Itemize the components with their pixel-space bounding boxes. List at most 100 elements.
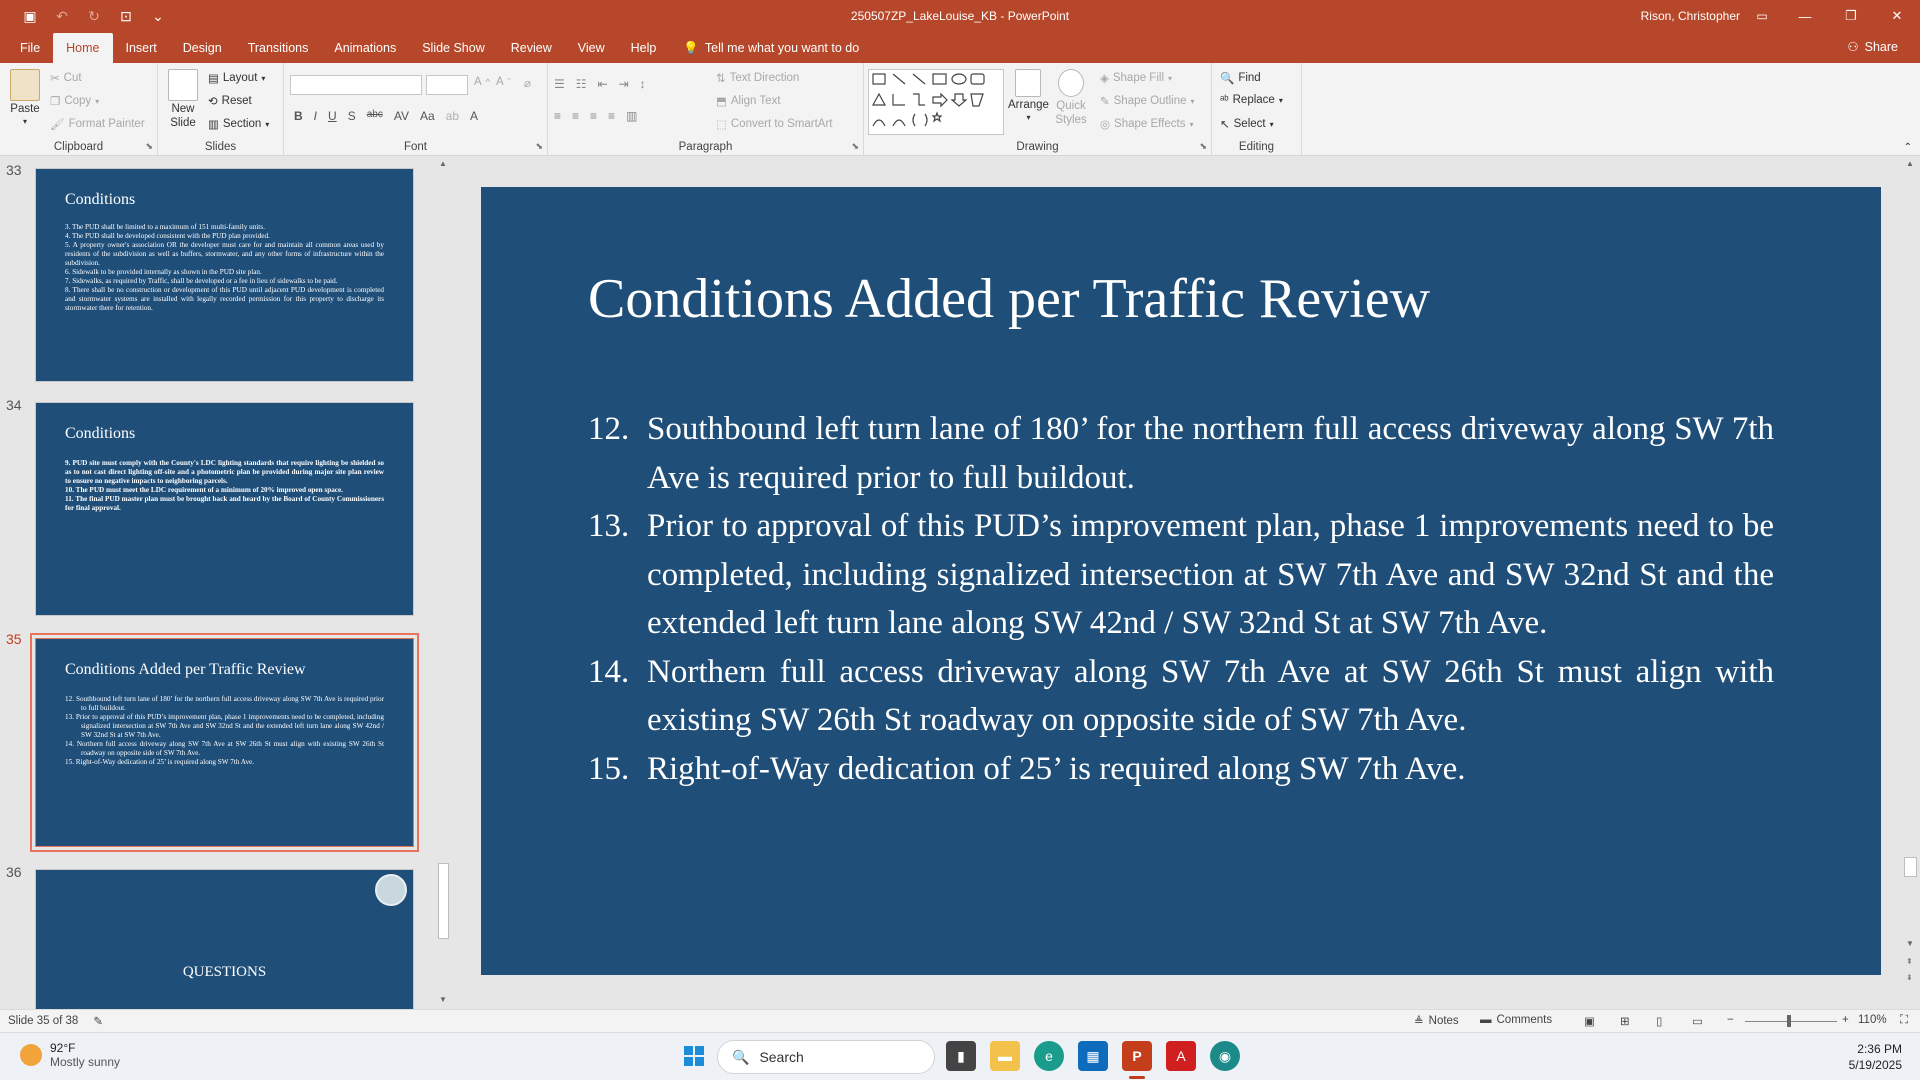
arrange-button[interactable]: Arrange ▾ xyxy=(1008,69,1049,122)
reading-view-icon[interactable]: ▯ xyxy=(1656,1014,1662,1028)
taskbar-search[interactable]: 🔍 Search xyxy=(717,1040,935,1074)
columns-icon[interactable]: ▥ xyxy=(626,109,637,123)
decrease-indent-icon[interactable]: ⇤ xyxy=(598,77,608,91)
font-size-dropdown[interactable] xyxy=(426,75,468,95)
restore-button[interactable]: ❐ xyxy=(1828,0,1874,32)
bullets-icon[interactable]: ☰ xyxy=(554,77,565,91)
zoom-out-icon[interactable]: − xyxy=(1727,1014,1734,1026)
convert-smartart-button[interactable]: ⬚ Convert to SmartArt xyxy=(716,117,833,131)
shape-fill-button[interactable]: ◈ Shape Fill ▾ xyxy=(1100,71,1172,85)
underline-button[interactable]: U xyxy=(328,109,337,123)
comments-button[interactable]: ▬ Comments xyxy=(1480,1014,1552,1026)
slide-thumbnail-36[interactable]: QUESTIONS xyxy=(35,869,414,1009)
replace-button[interactable]: ᵃᵇ Replace ▾ xyxy=(1220,94,1283,106)
zoom-slider-thumb[interactable] xyxy=(1787,1015,1791,1027)
layout-button[interactable]: ▤ Layout ▾ xyxy=(208,71,265,85)
align-right-icon[interactable]: ≡ xyxy=(590,109,597,123)
tab-file[interactable]: File xyxy=(0,33,53,63)
align-left-icon[interactable]: ≡ xyxy=(554,109,561,123)
weather-widget[interactable]: 92°F Mostly sunny xyxy=(20,1041,120,1069)
dialog-launcher-icon[interactable]: ⬊ xyxy=(145,141,153,152)
justify-icon[interactable]: ≡ xyxy=(608,109,615,123)
strikethrough-button[interactable]: abc xyxy=(367,109,383,123)
store-icon[interactable]: ▦ xyxy=(1078,1041,1108,1071)
zoom-slider[interactable] xyxy=(1745,1021,1837,1022)
change-case-icon[interactable]: Aa xyxy=(420,109,435,123)
dialog-launcher-icon[interactable]: ⬊ xyxy=(851,141,859,152)
task-view-icon[interactable]: ▮ xyxy=(946,1041,976,1071)
close-button[interactable]: ✕ xyxy=(1874,0,1920,32)
font-color-icon[interactable]: A xyxy=(470,109,478,123)
align-text-button[interactable]: ⬒ Align Text xyxy=(716,94,781,108)
increase-indent-icon[interactable]: ⇥ xyxy=(619,77,629,91)
increase-font-size-icon[interactable]: A ^ xyxy=(474,76,490,88)
highlight-icon[interactable]: ab xyxy=(446,109,459,123)
reset-button[interactable]: ⟲ Reset xyxy=(208,94,252,108)
cut-button[interactable]: ✂ Cut xyxy=(50,71,82,85)
share-button[interactable]: ⚇ Share xyxy=(1847,32,1898,62)
new-slide-button[interactable]: New Slide xyxy=(166,69,200,130)
powerpoint-icon[interactable]: P xyxy=(1122,1041,1152,1071)
notes-button[interactable]: ≜ Notes xyxy=(1414,1014,1459,1028)
file-explorer-icon[interactable]: ▬ xyxy=(990,1041,1020,1071)
scrollbar-thumb[interactable] xyxy=(438,863,449,939)
dialog-launcher-icon[interactable]: ⬊ xyxy=(535,141,543,152)
slide-show-icon[interactable]: ▭ xyxy=(1692,1014,1703,1028)
previous-slide-icon[interactable]: ⇞ xyxy=(1906,957,1913,966)
customize-qat-icon[interactable]: ⌄ xyxy=(144,2,172,30)
slide-thumbnail-35[interactable]: Conditions Added per Traffic Review 12. … xyxy=(30,633,419,852)
italic-button[interactable]: I xyxy=(314,109,317,123)
tab-home[interactable]: Home xyxy=(53,33,113,63)
zoom-level[interactable]: 110% xyxy=(1858,1014,1887,1026)
edge-icon[interactable]: e xyxy=(1034,1041,1064,1071)
slide-thumbnail-34[interactable]: Conditions 9. PUD site must comply with … xyxy=(35,402,414,616)
find-button[interactable]: 🔍 Find xyxy=(1220,71,1261,85)
tab-view[interactable]: View xyxy=(565,33,618,63)
redo-icon[interactable]: ↻ xyxy=(80,2,108,30)
slide-sorter-icon[interactable]: ⊞ xyxy=(1620,1014,1630,1028)
user-name[interactable]: Rison, Christopher xyxy=(1641,9,1740,23)
paste-button[interactable]: Paste ▾ xyxy=(10,69,40,126)
save-icon[interactable]: ▣ xyxy=(16,2,44,30)
tab-transitions[interactable]: Transitions xyxy=(235,33,322,63)
format-painter-button[interactable]: 🖌 Format Painter xyxy=(50,117,145,131)
clear-formatting-icon[interactable]: ⌀ xyxy=(524,76,531,90)
tab-animations[interactable]: Animations xyxy=(321,33,409,63)
character-spacing-icon[interactable]: AV xyxy=(394,109,409,123)
tab-design[interactable]: Design xyxy=(170,33,235,63)
zoom-in-icon[interactable]: + xyxy=(1842,1014,1849,1026)
shape-effects-button[interactable]: ◎ Shape Effects ▾ xyxy=(1100,117,1193,131)
start-from-beginning-icon[interactable]: ⊡ xyxy=(112,2,140,30)
copy-button[interactable]: ❐ Copy ▾ xyxy=(50,94,99,108)
numbering-icon[interactable]: ☷ xyxy=(576,77,587,91)
scroll-down-arrow-icon[interactable]: ▼ xyxy=(1906,939,1914,948)
tab-review[interactable]: Review xyxy=(498,33,565,63)
system-clock[interactable]: 2:36 PM 5/19/2025 xyxy=(1849,1041,1902,1073)
scroll-up-arrow-icon[interactable]: ▲ xyxy=(439,159,447,168)
shape-outline-button[interactable]: ✎ Shape Outline ▾ xyxy=(1100,94,1195,108)
next-slide-icon[interactable]: ⇟ xyxy=(1906,973,1913,982)
ribbon-display-options-icon[interactable]: ▭ xyxy=(1750,6,1774,26)
dialog-launcher-icon[interactable]: ⬊ xyxy=(1199,141,1207,152)
bold-button[interactable]: B xyxy=(294,109,303,123)
decrease-font-size-icon[interactable]: Aˇ xyxy=(496,76,511,88)
slide-title[interactable]: Conditions Added per Traffic Review xyxy=(588,267,1430,331)
slide-thumbnail-33[interactable]: Conditions 3. The PUD shall be limited t… xyxy=(35,168,414,382)
align-center-icon[interactable]: ≡ xyxy=(572,109,579,123)
undo-icon[interactable]: ↶ xyxy=(48,2,76,30)
select-button[interactable]: ↖ Select ▾ xyxy=(1220,117,1274,131)
thumbnail-scrollbar[interactable]: ▲ ▼ xyxy=(436,157,451,1009)
collapse-ribbon-icon[interactable]: ⌃ xyxy=(1904,142,1912,153)
text-direction-button[interactable]: ⇅ Text Direction xyxy=(716,71,799,85)
shapes-gallery[interactable] xyxy=(868,69,1004,135)
slide-body[interactable]: 12. Southbound left turn lane of 180’ fo… xyxy=(588,405,1774,793)
normal-view-icon[interactable]: ▣ xyxy=(1584,1014,1595,1028)
current-slide[interactable]: Conditions Added per Traffic Review 12. … xyxy=(481,187,1881,975)
tab-help[interactable]: Help xyxy=(618,33,670,63)
scroll-down-arrow-icon[interactable]: ▼ xyxy=(439,995,447,1004)
tab-insert[interactable]: Insert xyxy=(113,33,170,63)
editor-scrollbar[interactable]: ▲ ▼ ⇞ ⇟ xyxy=(1901,157,1920,1009)
accessibility-icon[interactable]: ✎ xyxy=(93,1014,103,1028)
windows-start-icon[interactable] xyxy=(679,1041,709,1071)
scroll-up-arrow-icon[interactable]: ▲ xyxy=(1906,159,1914,168)
